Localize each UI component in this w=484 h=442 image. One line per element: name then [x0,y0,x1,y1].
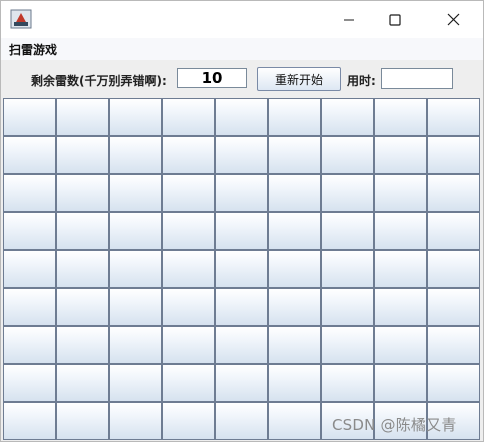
mine-cell[interactable] [374,136,427,174]
mine-cell[interactable] [3,402,56,440]
mine-cell[interactable] [56,250,109,288]
mine-cell[interactable] [321,212,374,250]
mine-cell[interactable] [321,326,374,364]
title-bar [1,1,483,38]
mine-cell[interactable] [3,98,56,136]
mine-cell[interactable] [3,364,56,402]
mine-cell[interactable] [109,288,162,326]
mine-cell[interactable] [109,174,162,212]
mine-cell[interactable] [162,402,215,440]
mine-cell[interactable] [374,98,427,136]
mine-cell[interactable] [3,174,56,212]
mine-cell[interactable] [56,364,109,402]
mine-cell[interactable] [162,288,215,326]
minimize-icon [344,19,354,20]
mine-cell[interactable] [374,212,427,250]
menu-minesweeper[interactable]: 扫雷游戏 [9,41,57,58]
mine-cell[interactable] [3,136,56,174]
mine-cell[interactable] [374,288,427,326]
mine-cell[interactable] [215,98,268,136]
mine-cell[interactable] [321,98,374,136]
maximize-button[interactable] [372,1,418,38]
mine-cell[interactable] [56,136,109,174]
mine-cell[interactable] [427,326,480,364]
mine-cell[interactable] [321,174,374,212]
mine-cell[interactable] [321,250,374,288]
mines-remaining-field[interactable]: 10 [177,68,247,88]
mine-cell[interactable] [3,288,56,326]
mines-remaining-label: 剩余雷数(千万别弄错啊): [31,74,167,88]
mine-cell[interactable] [268,364,321,402]
mine-cell[interactable] [109,250,162,288]
mine-cell[interactable] [162,136,215,174]
java-app-icon [10,9,32,29]
mine-grid [3,98,483,441]
mine-cell[interactable] [321,288,374,326]
mine-cell[interactable] [109,326,162,364]
mine-cell[interactable] [427,250,480,288]
mine-cell[interactable] [215,364,268,402]
mine-cell[interactable] [109,136,162,174]
mine-cell[interactable] [162,326,215,364]
mine-cell[interactable] [3,212,56,250]
mine-cell[interactable] [321,364,374,402]
mine-cell[interactable] [215,250,268,288]
mine-cell[interactable] [56,174,109,212]
mine-cell[interactable] [374,364,427,402]
time-field[interactable] [381,68,453,89]
mine-cell[interactable] [268,250,321,288]
mine-cell[interactable] [215,288,268,326]
mine-cell[interactable] [215,212,268,250]
mine-cell[interactable] [109,98,162,136]
control-panel: 剩余雷数(千万别弄错啊): 10 重新开始 用时: [1,60,483,98]
mine-cell[interactable] [321,136,374,174]
mine-cell[interactable] [215,136,268,174]
mine-cell[interactable] [427,174,480,212]
mine-cell[interactable] [268,212,321,250]
mine-cell[interactable] [162,364,215,402]
maximize-icon [389,13,401,26]
mine-cell[interactable] [162,174,215,212]
mine-cell[interactable] [162,250,215,288]
mine-cell[interactable] [427,136,480,174]
watermark: CSDN @陈橘又青 [332,416,457,434]
mine-cell[interactable] [215,174,268,212]
mine-cell[interactable] [162,212,215,250]
mine-cell[interactable] [427,212,480,250]
menu-bar: 扫雷游戏 [1,38,483,60]
mine-cell[interactable] [3,250,56,288]
mine-cell[interactable] [374,326,427,364]
mine-cell[interactable] [56,326,109,364]
mine-cell[interactable] [374,174,427,212]
mine-cell[interactable] [3,326,56,364]
mine-cell[interactable] [56,402,109,440]
mine-cell[interactable] [268,402,321,440]
mine-cell[interactable] [374,250,427,288]
restart-button[interactable]: 重新开始 [257,67,341,91]
mine-cell[interactable] [268,98,321,136]
mine-cell[interactable] [268,326,321,364]
mine-cell[interactable] [215,402,268,440]
mine-cell[interactable] [268,174,321,212]
close-button[interactable] [430,1,476,38]
mine-cell[interactable] [56,212,109,250]
mine-cell[interactable] [56,98,109,136]
mine-cell[interactable] [109,402,162,440]
mine-cell[interactable] [427,288,480,326]
mine-cell[interactable] [427,98,480,136]
time-label: 用时: [347,74,376,88]
mine-cell[interactable] [109,364,162,402]
mine-cell[interactable] [162,98,215,136]
mine-cell[interactable] [215,326,268,364]
mine-cell[interactable] [427,364,480,402]
game-window: 扫雷游戏 剩余雷数(千万别弄错啊): 10 重新开始 用时: CSDN @陈橘又… [0,0,484,442]
mine-cell[interactable] [268,136,321,174]
mine-cell[interactable] [56,288,109,326]
close-icon [447,13,459,26]
mine-cell[interactable] [109,212,162,250]
minimize-button[interactable] [326,1,372,38]
mine-cell[interactable] [268,288,321,326]
